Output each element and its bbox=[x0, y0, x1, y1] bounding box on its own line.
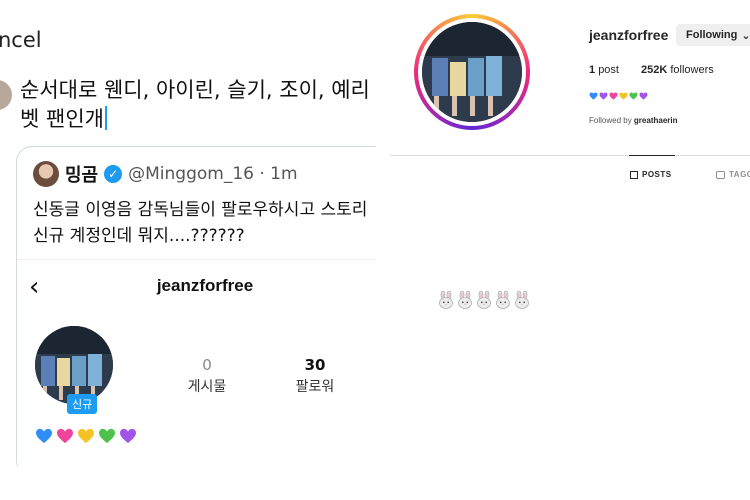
profile-picture bbox=[422, 22, 522, 122]
text-caret bbox=[104, 106, 107, 130]
embedded-followers-label: 팔로워 bbox=[295, 379, 335, 395]
quoted-tweet-avatar bbox=[33, 161, 59, 187]
tab-tagged-label: TAGG bbox=[729, 170, 750, 179]
story-ring-inner bbox=[418, 18, 526, 126]
followers-count: 252K bbox=[640, 64, 668, 76]
chevron-down-icon: ⌄ bbox=[741, 29, 750, 42]
heart-icon bbox=[99, 428, 115, 444]
followers-label: followers bbox=[670, 64, 714, 76]
quoted-tweet-text: 신동글 이영음 감독님들이 팔로우하시고 스토리 신규 계정인데 뭐지....?… bbox=[33, 200, 368, 246]
posts-stat[interactable]: 1 post bbox=[589, 64, 619, 76]
quoted-tweet-handle: @Minggom_16 · 1m bbox=[128, 164, 298, 184]
compose-text: 순서대로 웬디, 아이린, 슬기, 조이, 예리 벳 팬인개 bbox=[20, 78, 370, 131]
avatar bbox=[0, 80, 12, 110]
profile-username: jeanzforfree bbox=[589, 27, 669, 43]
grid-icon bbox=[630, 170, 638, 179]
compose-panel: ncel 순서대로 웬디, 아이린, 슬기, 조이, 예리 벳 팬인개 밍곰 ✓… bbox=[0, 0, 376, 466]
heart-icon bbox=[599, 92, 608, 100]
heart-icon bbox=[36, 428, 52, 444]
heart-icon bbox=[609, 92, 618, 100]
new-account-badge: 신규 bbox=[67, 394, 98, 414]
posts-count: 1 bbox=[589, 64, 596, 76]
heart-icon bbox=[589, 92, 598, 100]
rabbit-face-icon bbox=[515, 291, 529, 309]
followers-stat[interactable]: 252K followers bbox=[641, 64, 714, 76]
compose-text-input[interactable]: 순서대로 웬디, 아이린, 슬기, 조이, 예리 벳 팬인개 bbox=[20, 76, 376, 134]
followed-by-prefix: Followed by bbox=[589, 116, 632, 125]
posts-label: post bbox=[598, 64, 619, 76]
followed-by-user: greathaerin bbox=[633, 116, 678, 125]
embedded-posts-count: 0 bbox=[202, 356, 212, 374]
embedded-heart-emojis bbox=[35, 428, 137, 444]
quoted-tweet-name: 밍곰 bbox=[65, 165, 99, 186]
tab-posts-label: POSTS bbox=[642, 170, 672, 179]
embedded-profile-picture bbox=[35, 326, 113, 404]
rabbit-face-icon bbox=[458, 291, 472, 309]
heart-icon bbox=[639, 92, 648, 100]
embedded-posts-label: 게시물 bbox=[187, 379, 227, 395]
rabbit-face-icon bbox=[439, 291, 453, 309]
rabbit-emoji-row bbox=[438, 291, 530, 309]
rabbit-face-icon bbox=[496, 291, 510, 309]
heart-icon bbox=[57, 428, 73, 444]
quoted-tweet-header: 밍곰 ✓ @Minggom_16 · 1m bbox=[33, 161, 298, 187]
embedded-followers-count: 30 bbox=[304, 356, 326, 374]
heart-icon bbox=[629, 92, 638, 100]
tag-icon bbox=[716, 170, 725, 179]
active-tab-indicator bbox=[629, 155, 675, 156]
bio-heart-emojis bbox=[589, 92, 648, 100]
heart-icon bbox=[619, 92, 628, 100]
tab-tagged[interactable]: TAGG bbox=[716, 170, 750, 179]
following-button[interactable]: Following ⌄ bbox=[676, 24, 750, 46]
instagram-profile-panel: jeanzforfree Following ⌄ 1 post 252K fol… bbox=[376, 0, 750, 500]
embedded-followers-stat: 30 팔로워 bbox=[285, 356, 345, 396]
embedded-profile-screenshot: ‹ jeanzforfree 신규 0 게시물 30 팔로워 bbox=[17, 259, 376, 466]
verified-icon: ✓ bbox=[104, 165, 123, 183]
rabbit-face-icon bbox=[477, 291, 491, 309]
heart-icon bbox=[78, 428, 94, 444]
embedded-posts-stat: 0 게시물 bbox=[177, 356, 237, 396]
cancel-button[interactable]: ncel bbox=[0, 28, 42, 52]
embedded-profile-username: jeanzforfree bbox=[156, 276, 254, 295]
story-ring[interactable] bbox=[414, 14, 530, 130]
following-button-label: Following bbox=[686, 29, 738, 41]
profile-stats: 1 post 252K followers bbox=[589, 64, 714, 76]
tab-divider bbox=[390, 155, 750, 156]
tab-posts[interactable]: POSTS bbox=[630, 170, 672, 179]
quoted-tweet[interactable]: 밍곰 ✓ @Minggom_16 · 1m 신동글 이영음 감독님들이 팔로우하… bbox=[16, 146, 376, 466]
followed-by-text[interactable]: Followed by greathaerin bbox=[589, 116, 678, 125]
heart-icon bbox=[120, 428, 136, 444]
